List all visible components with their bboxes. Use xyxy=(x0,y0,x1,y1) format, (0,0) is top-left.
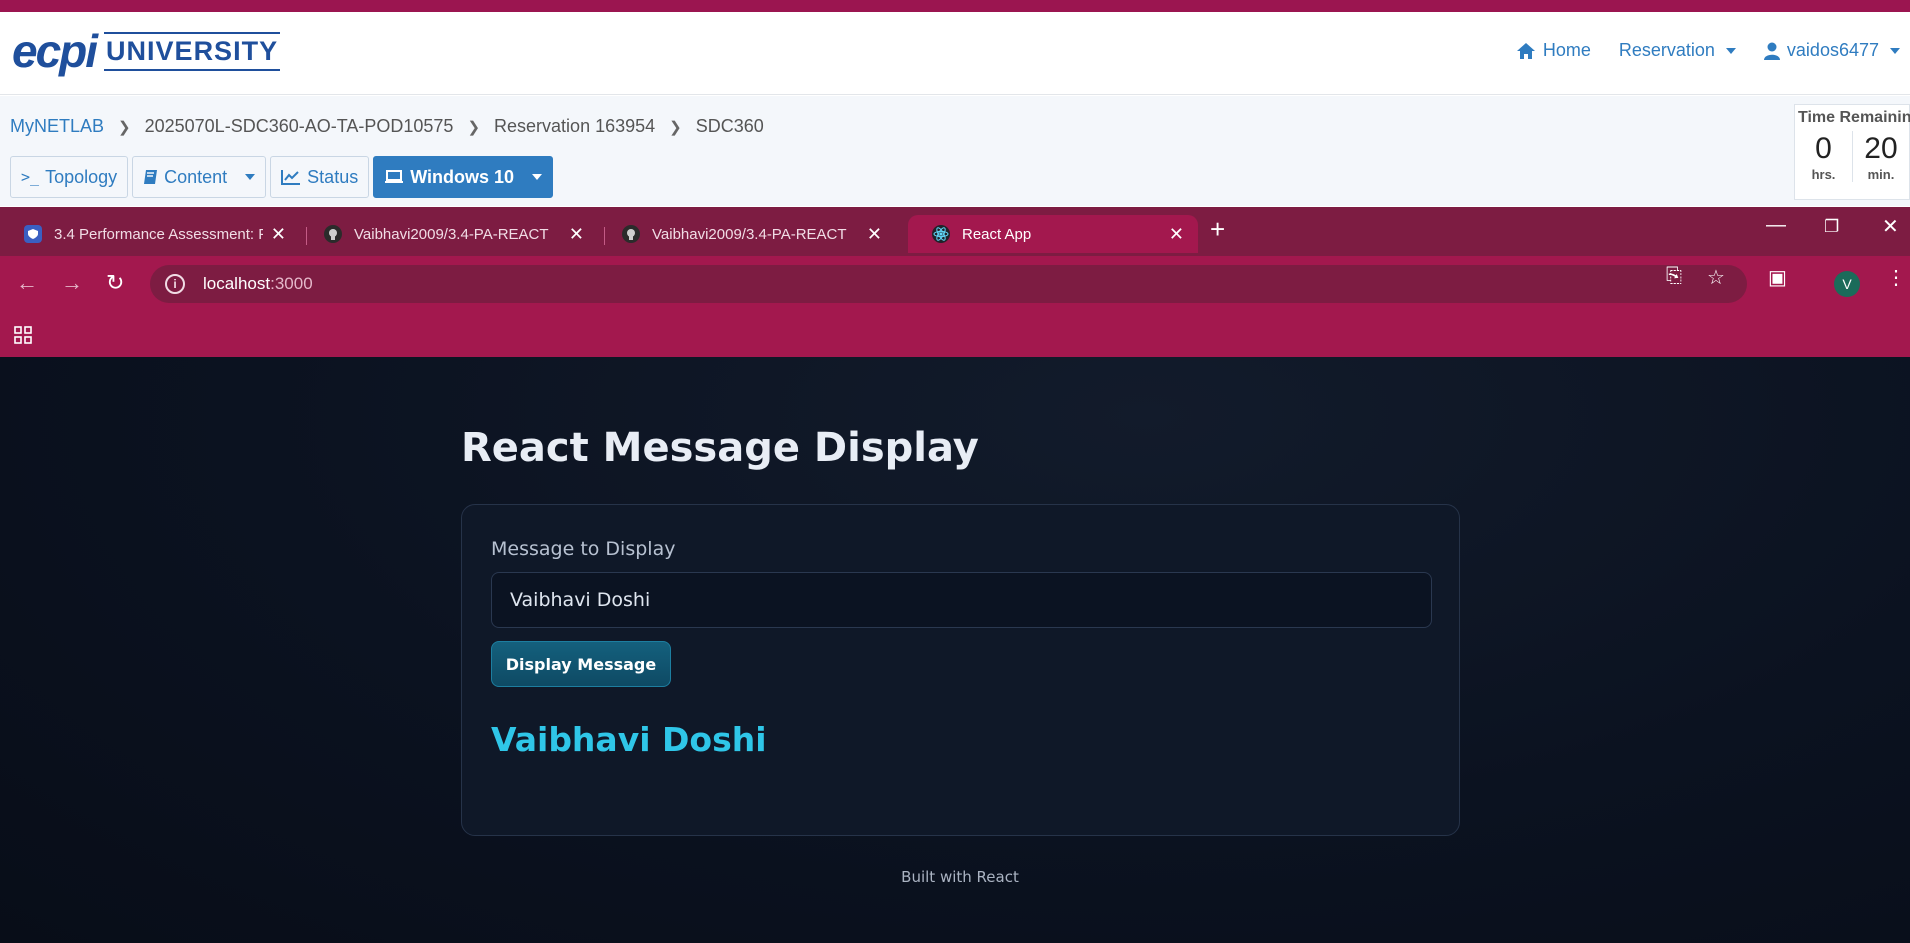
time-remaining-label: Time Remaining xyxy=(1798,109,1910,126)
github-icon xyxy=(324,225,342,243)
minimize-button[interactable]: — xyxy=(1766,214,1786,237)
shield-icon xyxy=(24,225,42,243)
chevron-down-icon xyxy=(532,174,543,180)
browser-tab-active[interactable]: React App ✕ xyxy=(908,215,1198,253)
browser-tab-strip: 3.4 Performance Assessment: Fr ✕ Vaibhav… xyxy=(0,207,1910,256)
forward-arrow-icon[interactable]: → xyxy=(61,270,83,296)
nav-reservation[interactable]: Reservation xyxy=(1619,40,1736,61)
close-icon[interactable]: ✕ xyxy=(271,224,286,245)
chevron-down-icon xyxy=(245,174,256,180)
bookmarks-bar xyxy=(0,312,1910,357)
site-info-icon[interactable]: i xyxy=(165,274,185,294)
chevron-right-icon: ❯ xyxy=(669,118,682,136)
browser-tab[interactable]: 3.4 Performance Assessment: Fr ✕ xyxy=(0,215,300,253)
nav-reservation-label: Reservation xyxy=(1618,40,1715,60)
portal-header: ecpi UNIVERSITY Home Reservation vaidos6… xyxy=(0,12,1910,95)
terminal-icon: >_ xyxy=(21,168,40,186)
breadcrumb-reservation[interactable]: Reservation 163954 xyxy=(494,116,655,137)
tab-title: React App xyxy=(962,225,1032,243)
breadcrumb-mynetlab[interactable]: MyNETLAB xyxy=(10,116,104,137)
url-text[interactable]: localhost:3000 xyxy=(203,274,313,294)
logo-wordmark: ecpi xyxy=(12,25,98,77)
logo-subtitle: UNIVERSITY xyxy=(104,31,281,71)
portal-nav: Home Reservation vaidos6477 xyxy=(1516,40,1910,61)
ecpi-logo[interactable]: ecpi UNIVERSITY xyxy=(12,25,281,77)
profile-avatar[interactable]: V xyxy=(1834,271,1860,297)
new-tab-button[interactable]: + xyxy=(1210,214,1225,245)
user-icon xyxy=(1763,42,1780,60)
windows-label: Windows 10 xyxy=(410,166,515,187)
url-bar[interactable]: i localhost:3000 xyxy=(150,265,1747,303)
close-window-button[interactable]: ✕ xyxy=(1882,214,1899,239)
footer-text: Built with React xyxy=(901,868,1019,886)
chevron-down-icon xyxy=(1725,47,1736,54)
chevron-down-icon xyxy=(1890,47,1900,54)
reload-icon[interactable]: ↻ xyxy=(106,270,124,296)
back-arrow-icon[interactable]: ← xyxy=(16,270,38,296)
apps-grid-icon[interactable] xyxy=(14,326,32,344)
nav-home[interactable]: Home xyxy=(1516,40,1591,61)
displayed-message: Vaibhavi Doshi xyxy=(491,720,767,759)
home-icon xyxy=(1516,42,1535,59)
close-icon[interactable]: ✕ xyxy=(569,224,584,245)
display-message-button[interactable]: Display Message xyxy=(491,641,671,687)
content-label: Content xyxy=(164,166,228,187)
install-app-icon[interactable]: ⎘ xyxy=(1666,265,1682,288)
topology-label: Topology xyxy=(45,166,118,187)
lab-toolbar: MyNETLAB ❯ 2025070L-SDC360-AO-TA-POD1057… xyxy=(0,96,1910,206)
time-minutes-unit: min. xyxy=(1867,167,1895,182)
bookmark-star-icon[interactable]: ☆ xyxy=(1707,265,1725,290)
nav-home-label: Home xyxy=(1542,40,1591,60)
message-card: Message to Display Display Message Vaibh… xyxy=(461,504,1460,836)
message-field-label: Message to Display xyxy=(491,538,676,560)
time-hours-unit: hrs. xyxy=(1811,167,1836,182)
time-hours: 0 xyxy=(1815,132,1832,165)
page-title: React Message Display xyxy=(461,425,979,471)
browser-tab[interactable]: Vaibhavi2009/3.4-PA-REACT ✕ xyxy=(598,215,896,253)
line-chart-icon xyxy=(281,170,301,185)
windows-button[interactable]: Windows 10 xyxy=(373,156,554,198)
tab-title: 3.4 Performance Assessment: Fr xyxy=(54,225,263,243)
react-app-page: React Message Display Message to Display… xyxy=(0,357,1910,943)
react-icon xyxy=(932,225,950,243)
lab-buttons: >_ Topology Content Status Windows 10 xyxy=(10,156,554,198)
browser-tab[interactable]: Vaibhavi2009/3.4-PA-REACT ✕ xyxy=(300,215,598,253)
search-tab-icon[interactable]: ▣ xyxy=(1768,265,1787,290)
breadcrumb: MyNETLAB ❯ 2025070L-SDC360-AO-TA-POD1057… xyxy=(10,116,764,137)
nav-user[interactable]: vaidos6477 xyxy=(1763,40,1900,61)
browser-address-bar: ← → ↻ i localhost:3000 ⎘ ☆ ▣ V ⋮ xyxy=(0,256,1910,312)
book-icon xyxy=(144,170,158,184)
url-port: :3000 xyxy=(270,274,313,293)
breadcrumb-pod[interactable]: 2025070L-SDC360-AO-TA-POD10575 xyxy=(145,116,454,137)
topology-button[interactable]: >_ Topology xyxy=(10,156,129,198)
github-icon xyxy=(622,225,640,243)
chevron-right-icon: ❯ xyxy=(118,118,131,136)
chevron-right-icon: ❯ xyxy=(467,118,481,136)
nav-user-label: vaidos6477 xyxy=(1786,40,1879,60)
content-button[interactable]: Content xyxy=(132,156,267,198)
close-icon[interactable]: ✕ xyxy=(1169,224,1184,245)
laptop-icon xyxy=(385,170,404,183)
time-remaining-panel: Time Remaining 0 hrs. 20 min. xyxy=(1794,104,1910,200)
breadcrumb-course: SDC360 xyxy=(695,116,764,136)
top-accent-bar xyxy=(0,0,1910,12)
time-minutes: 20 xyxy=(1864,132,1898,165)
message-input[interactable] xyxy=(491,572,1432,628)
menu-dots-icon[interactable]: ⋮ xyxy=(1886,265,1906,290)
tab-title: Vaibhavi2009/3.4-PA-REACT xyxy=(652,225,847,243)
status-button[interactable]: Status xyxy=(270,156,370,198)
tab-title: Vaibhavi2009/3.4-PA-REACT xyxy=(354,225,549,243)
restore-button[interactable]: ❐ xyxy=(1824,217,1839,237)
close-icon[interactable]: ✕ xyxy=(867,224,882,245)
url-host: localhost xyxy=(203,274,271,293)
status-label: Status xyxy=(307,166,359,187)
